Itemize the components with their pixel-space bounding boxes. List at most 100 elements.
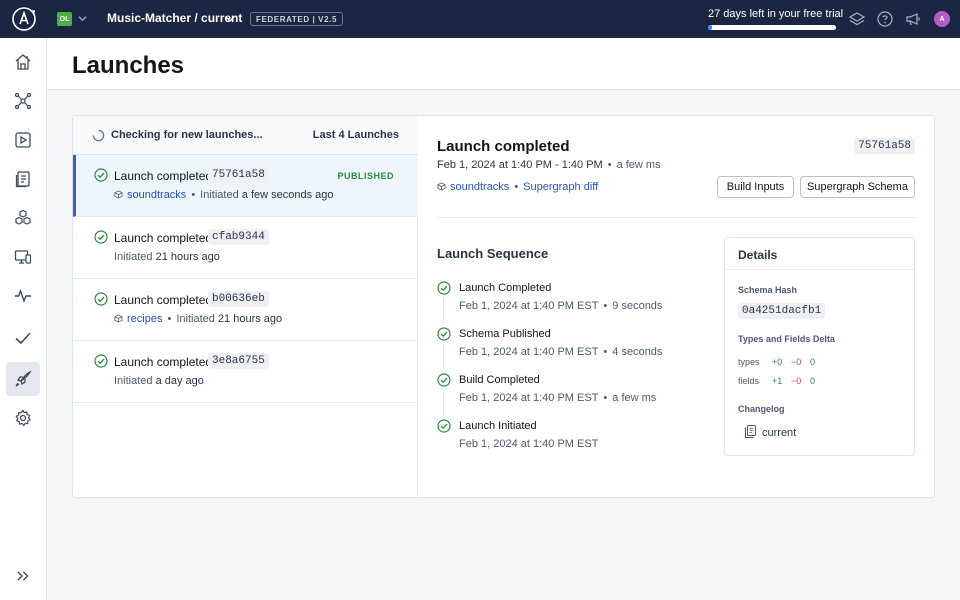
step-time: Feb 1, 2024 at 1:40 PM EST xyxy=(459,346,599,358)
sidebar-item-clients[interactable] xyxy=(6,240,40,274)
sidebar-item-changelog[interactable] xyxy=(6,162,40,196)
subgraph-icon xyxy=(114,190,123,199)
org-badge[interactable]: OL xyxy=(57,12,72,26)
subgraph-link[interactable]: recipes xyxy=(127,313,162,325)
launch-sequence-title: Launch Sequence xyxy=(437,246,549,261)
published-badge: PUBLISHED xyxy=(337,171,394,181)
launch-row[interactable]: Launch completed b00636eb recipes • Initia… xyxy=(73,279,418,341)
home-icon xyxy=(15,54,31,70)
success-check-icon xyxy=(437,327,451,341)
sidebar-item-home[interactable] xyxy=(6,45,40,79)
graph-chevron-icon[interactable] xyxy=(225,14,235,24)
changelog-link[interactable]: current xyxy=(745,425,796,439)
types-changed: 0 xyxy=(810,357,816,367)
launch-row-title: Launch completed xyxy=(114,231,213,245)
schema-hash-value[interactable]: 0a4251dacfb1 xyxy=(738,303,826,319)
launch-row[interactable]: Launch completed 3e8a6755 Initiated a da… xyxy=(73,341,418,403)
types-removed: −0 xyxy=(791,357,802,367)
step-title: Build Completed xyxy=(459,374,540,386)
sequence-step: Schema Published Feb 1, 2024 at 1:40 PM … xyxy=(437,327,717,373)
federation-badge: FEDERATED | V2.5 xyxy=(250,12,344,26)
launch-row[interactable]: Launch completed cfab9344 Initiated 21 h… xyxy=(73,217,418,279)
sidebar-item-settings[interactable] xyxy=(6,401,40,435)
separator-dot: • xyxy=(603,300,608,312)
launch-row-title: Launch completed xyxy=(114,169,213,183)
sidebar-item-launches[interactable] xyxy=(6,362,40,396)
sidebar-item-explorer[interactable] xyxy=(6,123,40,157)
step-subtitle: Feb 1, 2024 at 1:40 PM EST • 9 seconds xyxy=(459,300,662,312)
graph-selector[interactable]: Music-Matcher / current xyxy=(107,11,242,25)
step-title: Schema Published xyxy=(459,328,551,340)
trial-progress-fill xyxy=(708,25,712,30)
step-time: Feb 1, 2024 at 1:40 PM EST xyxy=(459,438,599,450)
subgraph-link[interactable]: soundtracks xyxy=(127,189,186,201)
apollo-logo-icon[interactable] xyxy=(11,6,37,32)
megaphone-icon[interactable] xyxy=(905,11,921,27)
launch-detail-hash: 75761a58 xyxy=(854,138,915,154)
org-chevron-icon[interactable] xyxy=(78,14,87,23)
page-header: Launches xyxy=(47,38,960,90)
step-subtitle: Feb 1, 2024 at 1:40 PM EST • 4 seconds xyxy=(459,346,662,358)
launch-row-title: Launch completed xyxy=(114,355,213,369)
initiated-time: 21 hours ago xyxy=(155,251,220,263)
types-label: types xyxy=(738,357,760,367)
separator-dot: • xyxy=(514,181,519,193)
step-subtitle: Feb 1, 2024 at 1:40 PM EST xyxy=(459,438,598,450)
separator-dot: • xyxy=(603,346,608,358)
page-title: Launches xyxy=(72,52,185,79)
trial-progress-bar xyxy=(708,25,836,30)
separator-dot: • xyxy=(607,159,612,171)
graph-icon xyxy=(14,92,32,110)
launch-row-subtitle: Initiated a day ago xyxy=(114,375,204,387)
supergraph-schema-button[interactable]: Supergraph Schema xyxy=(800,176,915,198)
sidebar-item-schema[interactable] xyxy=(6,84,40,118)
fields-changed: 0 xyxy=(810,376,816,386)
launches-card: Checking for new launches... Last 4 Laun… xyxy=(72,115,935,498)
success-check-icon xyxy=(94,354,108,368)
launch-row[interactable]: Launch completed 75761a58 PUBLISHED soun… xyxy=(73,155,418,217)
changelog-value: current xyxy=(762,427,797,439)
supergraph-diff-link[interactable]: Supergraph diff xyxy=(523,181,598,193)
step-subtitle: Feb 1, 2024 at 1:40 PM EST • a few ms xyxy=(459,392,656,404)
sidebar-item-insights[interactable] xyxy=(6,279,40,313)
launch-detail-links: soundtracks • Supergraph diff xyxy=(437,181,598,193)
step-connector xyxy=(443,344,444,369)
step-time: Feb 1, 2024 at 1:40 PM EST xyxy=(459,392,599,404)
launch-row-hash: 3e8a6755 xyxy=(208,353,269,369)
success-check-icon xyxy=(437,281,451,295)
sidebar-item-checks[interactable] xyxy=(6,321,40,355)
launch-time-range: Feb 1, 2024 at 1:40 PM - 1:40 PM xyxy=(437,159,603,171)
sequence-step: Build Completed Feb 1, 2024 at 1:40 PM E… xyxy=(437,373,717,419)
build-inputs-button[interactable]: Build Inputs xyxy=(717,176,794,198)
sidebar-item-subgraphs[interactable] xyxy=(6,201,40,235)
step-time: Feb 1, 2024 at 1:40 PM EST xyxy=(459,300,599,312)
initiated-label: Initiated xyxy=(200,189,239,201)
step-connector xyxy=(443,298,444,323)
separator-dot: • xyxy=(191,189,196,201)
launch-row-hash: 75761a58 xyxy=(208,167,269,183)
delta-label: Types and Fields Delta xyxy=(738,334,835,344)
loading-spinner-icon xyxy=(92,129,105,142)
subgraph-link[interactable]: soundtracks xyxy=(450,181,509,193)
details-title: Details xyxy=(738,248,778,262)
help-icon[interactable] xyxy=(877,11,893,27)
layers-icon[interactable] xyxy=(849,11,865,27)
changelog-document-icon xyxy=(745,425,756,438)
launch-row-subtitle: recipes • Initiated 21 hours ago xyxy=(114,313,282,325)
launch-row-hash: b00636eb xyxy=(208,291,269,307)
launch-row-title: Launch completed xyxy=(114,293,213,307)
sidebar-expand-button[interactable] xyxy=(6,559,40,593)
initiated-time: 21 hours ago xyxy=(217,313,283,325)
launch-detail: Launch completed 75761a58 Feb 1, 2024 at… xyxy=(418,116,934,497)
monitor-icon xyxy=(14,250,32,264)
double-chevron-right-icon xyxy=(17,571,29,581)
initiated-time: a day ago xyxy=(155,375,204,387)
cubes-icon xyxy=(15,209,31,225)
trial-text[interactable]: 27 days left in your free trial xyxy=(708,8,843,20)
step-duration: 4 seconds xyxy=(612,346,663,358)
gear-icon xyxy=(15,409,31,427)
types-added: +0 xyxy=(772,357,783,367)
avatar[interactable]: A xyxy=(934,11,950,27)
subgraph-icon xyxy=(114,314,123,323)
check-icon xyxy=(15,332,31,345)
